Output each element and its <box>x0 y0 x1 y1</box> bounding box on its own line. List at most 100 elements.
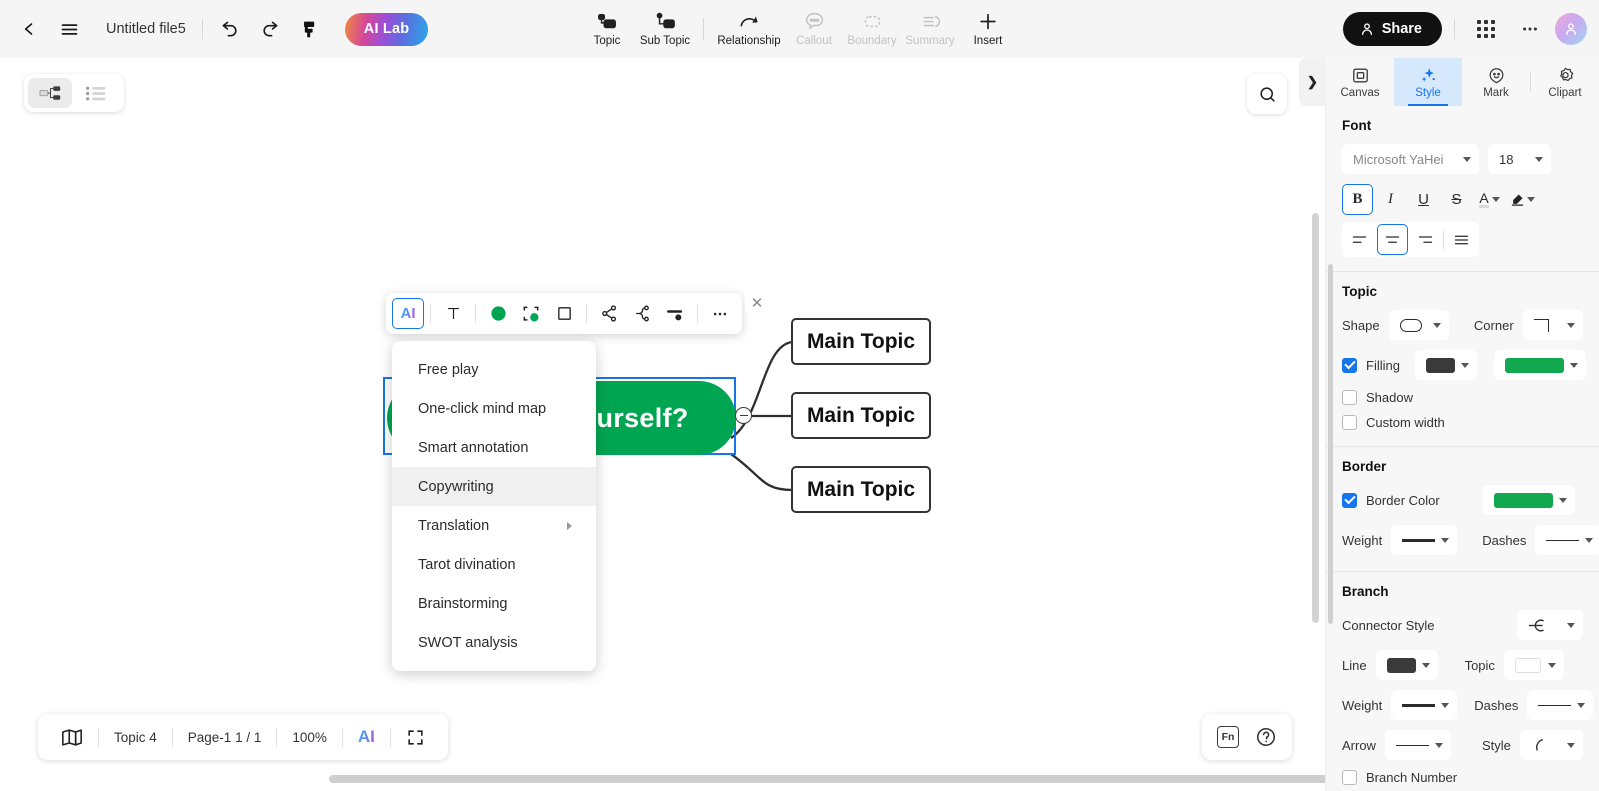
hamburger-menu-button[interactable] <box>50 10 88 48</box>
topic-count[interactable]: Topic 4 <box>99 720 172 754</box>
tool-sub-topic[interactable]: Sub Topic <box>636 3 694 55</box>
tool-callout[interactable]: Callout <box>785 3 843 55</box>
shortcuts-button[interactable]: Fn <box>1211 720 1245 754</box>
ai-menu-item-one-click-mind-map[interactable]: One-click mind map <box>392 389 596 428</box>
node-main-topic-1[interactable]: Main Topic <box>791 318 931 365</box>
ai-menu-item-translation[interactable]: Translation <box>392 506 596 545</box>
branch-number-checkbox[interactable] <box>1342 770 1357 785</box>
floatbar-ai-button[interactable]: AI <box>392 298 424 329</box>
floatbar-branch-structure-button[interactable] <box>593 298 625 329</box>
tool-topic[interactable]: Topic <box>578 3 636 55</box>
tool-relationship[interactable]: Relationship <box>713 3 785 55</box>
apps-grid-button[interactable] <box>1467 10 1505 48</box>
underline-button[interactable]: U <box>1408 184 1439 215</box>
floatbar-sub-structure-button[interactable] <box>626 298 658 329</box>
ai-assistant-button[interactable]: AI <box>343 720 390 754</box>
file-title[interactable]: Untitled file5 <box>90 21 200 37</box>
share-button[interactable]: Share <box>1342 12 1442 46</box>
branch-line-color-select[interactable] <box>1375 650 1438 680</box>
branch-dashes-select[interactable] <box>1527 690 1594 720</box>
collapse-branch-button[interactable] <box>735 407 752 424</box>
border-weight-select[interactable] <box>1391 525 1458 555</box>
floating-style-toolbar: AI ✕ <box>386 292 769 334</box>
tool-boundary[interactable]: Boundary <box>843 3 901 55</box>
filling-checkbox[interactable] <box>1342 357 1357 373</box>
border-dashes-select[interactable] <box>1535 525 1599 555</box>
branch-style-select[interactable] <box>1519 730 1583 760</box>
chevron-down-icon <box>1558 497 1567 503</box>
topic-section-title: Topic <box>1342 284 1377 299</box>
more-options-button[interactable] <box>1511 10 1549 48</box>
align-left-button[interactable] <box>1344 224 1375 255</box>
panel-collapse-button[interactable]: ❯ <box>1299 58 1326 106</box>
panel-scrollbar[interactable] <box>1328 264 1333 624</box>
align-right-button[interactable] <box>1410 224 1441 255</box>
ai-lab-label: AI Lab <box>363 21 410 37</box>
filling-label: Filling <box>1366 357 1400 373</box>
ai-menu-item-copywriting[interactable]: Copywriting <box>392 467 596 506</box>
redo-button[interactable] <box>251 10 289 48</box>
border-color-select[interactable] <box>1482 485 1575 515</box>
horizontal-scrollbar[interactable] <box>329 775 1325 783</box>
tab-canvas[interactable]: Canvas <box>1326 58 1394 106</box>
floatbar-shape-button[interactable] <box>548 298 580 329</box>
tool-summary[interactable]: Summary <box>901 3 959 55</box>
custom-width-checkbox[interactable] <box>1342 415 1357 430</box>
align-center-button[interactable] <box>1377 224 1408 255</box>
branch-topic-color-select[interactable] <box>1503 650 1564 680</box>
ai-menu-item-swot-analysis[interactable]: SWOT analysis <box>392 623 596 662</box>
connector-style-select[interactable] <box>1517 610 1583 640</box>
bold-button[interactable]: B <box>1342 184 1373 215</box>
font-family-select[interactable]: Microsoft YaHei <box>1342 144 1479 174</box>
tool-insert[interactable]: Insert <box>959 3 1017 55</box>
tab-mark[interactable]: Mark <box>1462 58 1530 106</box>
text-color-button[interactable]: A <box>1474 184 1505 215</box>
floatbar-more-button[interactable] <box>704 298 736 329</box>
branch-weight-select[interactable] <box>1391 690 1458 720</box>
format-painter-button[interactable] <box>291 10 329 48</box>
undo-button[interactable] <box>211 10 249 48</box>
ai-lab-button[interactable]: AI Lab <box>344 12 429 46</box>
align-justify-button[interactable] <box>1446 224 1477 255</box>
floatbar-close-button[interactable]: ✕ <box>745 292 769 314</box>
node-main-topic-2[interactable]: Main Topic <box>791 392 931 439</box>
shadow-checkbox[interactable] <box>1342 390 1357 405</box>
map-overview-button[interactable] <box>46 720 98 754</box>
tab-style[interactable]: Style <box>1394 58 1462 106</box>
corner-select[interactable] <box>1522 310 1583 340</box>
filling-text-color-select[interactable] <box>1414 350 1477 380</box>
mindmap-canvas[interactable]: Main Topic Main Topic Main Topic yoursel… <box>0 58 1325 791</box>
tool-callout-label: Callout <box>796 34 832 47</box>
back-button[interactable] <box>10 10 48 48</box>
font-size-select[interactable]: 18 <box>1488 144 1551 174</box>
ai-menu-item-smart-annotation[interactable]: Smart annotation <box>392 428 596 467</box>
ai-menu-item-free-play[interactable]: Free play <box>392 350 596 389</box>
toolbar-left-group: Untitled file5 AI Lab <box>0 0 429 58</box>
branch-arrow-select[interactable] <box>1384 730 1451 760</box>
filling-color-select[interactable] <box>1493 350 1586 380</box>
zoom-level[interactable]: 100% <box>277 720 342 754</box>
border-color-checkbox[interactable] <box>1342 492 1357 508</box>
italic-button[interactable]: I <box>1375 184 1406 215</box>
user-avatar[interactable] <box>1555 13 1587 45</box>
tab-clipart[interactable]: Clipart <box>1531 58 1599 106</box>
floatbar-line-style-button[interactable] <box>659 298 691 329</box>
chevron-down-icon <box>1441 702 1450 708</box>
shape-select[interactable] <box>1388 310 1449 340</box>
ai-menu-item-brainstorming[interactable]: Brainstorming <box>392 584 596 623</box>
floatbar-text-button[interactable] <box>437 298 469 329</box>
canvas-vertical-scrollbar[interactable] <box>1312 213 1319 623</box>
help-button[interactable] <box>1249 720 1283 754</box>
branch-section: Branch Connector Style Line Topic Weight… <box>1326 572 1599 791</box>
font-family-value: Microsoft YaHei <box>1353 151 1444 167</box>
highlight-button[interactable] <box>1507 184 1538 215</box>
ai-menu-item-tarot-divination[interactable]: Tarot divination <box>392 545 596 584</box>
page-indicator[interactable]: Page-1 1 / 1 <box>173 720 277 754</box>
line-weight-icon <box>1402 703 1436 707</box>
floatbar-fill-color-button[interactable] <box>482 298 514 329</box>
apps-grid-icon <box>1477 20 1495 38</box>
node-main-topic-3[interactable]: Main Topic <box>791 466 931 513</box>
fullscreen-button[interactable] <box>391 720 440 754</box>
strikethrough-button[interactable]: S <box>1441 184 1472 215</box>
floatbar-border-color-button[interactable] <box>515 298 547 329</box>
